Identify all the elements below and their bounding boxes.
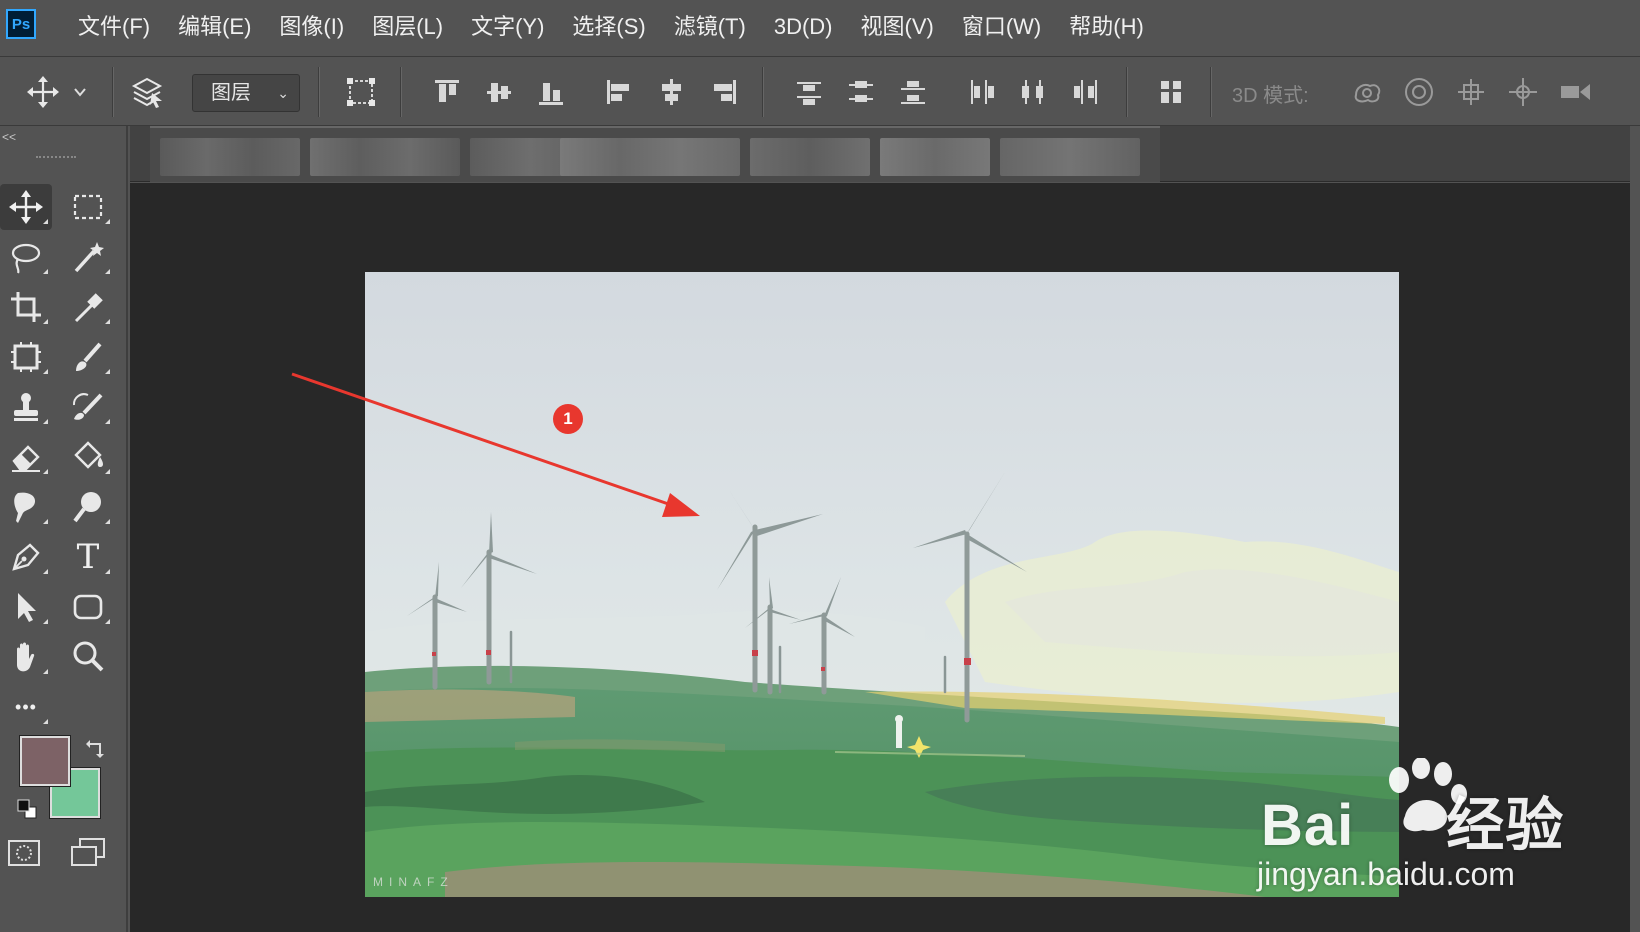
pen-tool[interactable] xyxy=(0,534,52,580)
transform-controls-icon[interactable] xyxy=(344,75,378,109)
scale-3d-icon[interactable] xyxy=(1558,75,1592,109)
menu-type[interactable]: 文字(Y) xyxy=(457,0,558,54)
distribute-horizontal-center-icon[interactable] xyxy=(1016,75,1050,109)
3d-mode-label: 3D 模式: xyxy=(1232,85,1309,107)
lasso-tool[interactable] xyxy=(0,234,52,280)
menu-layer[interactable]: 图层(L) xyxy=(358,0,457,54)
separator xyxy=(1126,67,1128,117)
align-bottom-icon[interactable] xyxy=(534,75,568,109)
collapse-panel-button[interactable]: << xyxy=(2,130,16,144)
screen-mode-icon[interactable] xyxy=(70,836,106,870)
foreground-color-swatch[interactable] xyxy=(19,735,71,787)
shape-tool[interactable] xyxy=(62,584,114,630)
distribute-left-icon[interactable] xyxy=(964,75,998,109)
menu-3d[interactable]: 3D(D) xyxy=(760,0,847,54)
menu-bar: Ps 文件(F) 编辑(E) 图像(I) 图层(L) 文字(Y) 选择(S) 滤… xyxy=(0,0,1640,54)
align-right-icon[interactable] xyxy=(706,75,740,109)
type-tool-glyph: T xyxy=(76,537,100,577)
history-brush-tool[interactable] xyxy=(62,384,114,430)
move-tool[interactable] xyxy=(0,184,52,230)
menu-edit[interactable]: 编辑(E) xyxy=(164,0,265,54)
blurred-region xyxy=(560,138,740,176)
watermark-url: jingyan.baidu.com xyxy=(1257,856,1515,892)
more-tools[interactable]: ••• xyxy=(0,684,52,730)
options-bar: 图层 ⌄ 3D 模式: xyxy=(0,56,1640,126)
magic-wand-tool[interactable] xyxy=(62,234,114,280)
separator xyxy=(762,67,764,117)
orbit-3d-icon[interactable] xyxy=(1350,75,1384,109)
right-panel-edge xyxy=(1630,126,1640,932)
type-tool[interactable]: T xyxy=(62,534,114,580)
blurred-region xyxy=(1000,138,1140,176)
separator xyxy=(400,67,402,117)
auto-align-icon[interactable] xyxy=(1154,75,1188,109)
menu-window[interactable]: 窗口(W) xyxy=(948,0,1055,54)
menu-view[interactable]: 视图(V) xyxy=(847,0,948,54)
document-canvas-image[interactable] xyxy=(365,272,1399,897)
document-tab-active[interactable] xyxy=(150,126,1160,182)
menu-image[interactable]: 图像(I) xyxy=(265,0,358,54)
zoom-tool[interactable] xyxy=(62,634,114,680)
slide-3d-icon[interactable] xyxy=(1506,75,1540,109)
hand-tool[interactable] xyxy=(0,634,52,680)
blurred-region xyxy=(750,138,870,176)
blurred-region xyxy=(880,138,990,176)
blurred-region xyxy=(310,138,460,176)
smudge-tool[interactable] xyxy=(0,484,52,530)
auto-select-dropdown[interactable]: 图层 ⌄ xyxy=(192,74,300,112)
menu-file[interactable]: 文件(F) xyxy=(64,0,164,54)
menu-filter[interactable]: 滤镜(T) xyxy=(660,0,760,54)
chevron-down-icon[interactable] xyxy=(70,75,90,109)
auto-select-value: 图层 xyxy=(211,82,251,104)
watermark-brand-suffix: 经验 xyxy=(1446,793,1565,858)
path-select-tool[interactable] xyxy=(0,584,52,630)
document-tabs xyxy=(130,126,1640,182)
crop-tool[interactable] xyxy=(0,284,52,330)
watermark-brand-text: Bai xyxy=(1261,793,1355,858)
menu-select[interactable]: 选择(S) xyxy=(558,0,659,54)
wind-turbine-landscape-illustration xyxy=(365,272,1399,897)
quick-mask-icon[interactable] xyxy=(6,838,42,868)
blurred-region xyxy=(160,138,300,176)
menu-items: 文件(F) 编辑(E) 图像(I) 图层(L) 文字(Y) 选择(S) 滤镜(T… xyxy=(64,0,1158,54)
eyedropper-tool[interactable] xyxy=(62,284,114,330)
paint-bucket-tool[interactable] xyxy=(62,434,114,480)
watermark-brand: Bai 经验 xyxy=(1261,778,1564,862)
align-top-icon[interactable] xyxy=(430,75,464,109)
dodge-tool[interactable] xyxy=(62,484,114,530)
separator xyxy=(318,67,320,117)
distribute-right-icon[interactable] xyxy=(1068,75,1102,109)
align-left-icon[interactable] xyxy=(602,75,636,109)
align-horizontal-center-icon[interactable] xyxy=(654,75,688,109)
pan-3d-icon[interactable] xyxy=(1454,75,1488,109)
swap-colors-icon[interactable] xyxy=(86,738,106,758)
align-vertical-center-icon[interactable] xyxy=(482,75,516,109)
eraser-tool[interactable] xyxy=(0,434,52,480)
baidu-jingyan-watermark: Bai 经验 jingyan.baidu.com xyxy=(1255,758,1565,898)
distribute-bottom-icon[interactable] xyxy=(896,75,930,109)
layers-auto-select-icon[interactable] xyxy=(130,75,164,109)
separator xyxy=(1210,67,1212,117)
photoshop-window: Ps 文件(F) 编辑(E) 图像(I) 图层(L) 文字(Y) 选择(S) 滤… xyxy=(0,0,1640,932)
artwork-signature: MINAFZ xyxy=(373,875,454,889)
move-icon[interactable] xyxy=(26,75,60,109)
tools-panel: << T ••• xyxy=(0,126,128,932)
roll-3d-icon[interactable] xyxy=(1402,75,1436,109)
distribute-vertical-center-icon[interactable] xyxy=(844,75,878,109)
photoshop-logo: Ps xyxy=(6,9,36,39)
default-colors-icon[interactable] xyxy=(16,798,38,820)
brush-tool[interactable] xyxy=(62,334,114,380)
step-number-badge: 1 xyxy=(553,404,583,434)
frame-tool[interactable] xyxy=(0,334,52,380)
distribute-top-icon[interactable] xyxy=(792,75,826,109)
menu-help[interactable]: 帮助(H) xyxy=(1055,0,1158,54)
more-tools-glyph: ••• xyxy=(15,696,37,717)
marquee-tool[interactable] xyxy=(62,184,114,230)
stamp-tool[interactable] xyxy=(0,384,52,430)
chevron-down-icon: ⌄ xyxy=(277,85,289,101)
separator xyxy=(112,67,114,117)
panel-grip[interactable] xyxy=(36,156,76,162)
